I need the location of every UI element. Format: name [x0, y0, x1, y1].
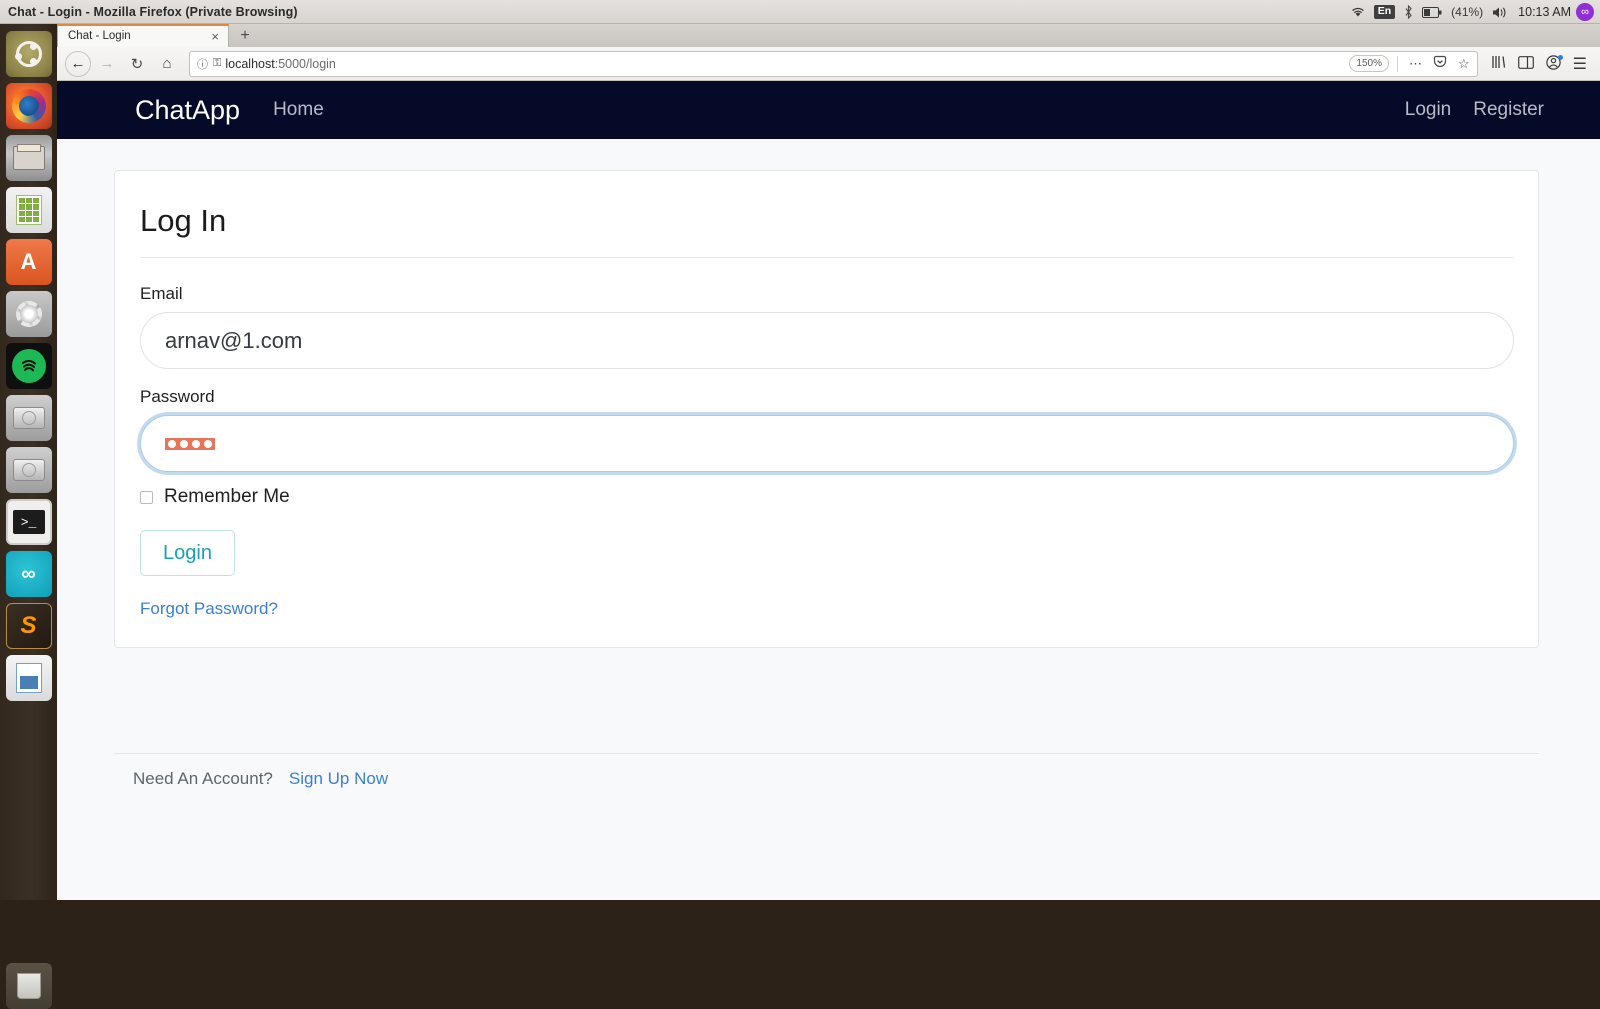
ubuntu-software-icon: A: [20, 249, 37, 274]
launcher-icon-ubuntu-software[interactable]: A: [5, 239, 52, 285]
launcher-icon-ubuntu-dash[interactable]: [5, 31, 52, 77]
email-label: Email: [140, 284, 183, 304]
site-brand[interactable]: ChatApp: [135, 95, 240, 126]
zoom-level-badge[interactable]: 150%: [1349, 55, 1389, 72]
home-icon[interactable]: ⌂: [153, 51, 181, 77]
web-page: ChatApp Home Login Register Log In Email…: [57, 81, 1600, 900]
email-input[interactable]: [140, 312, 1514, 370]
unity-launcher: A >_ ∞ S: [0, 24, 57, 1009]
wifi-icon[interactable]: [1351, 6, 1365, 18]
bookmark-star-icon[interactable]: ☆: [1455, 56, 1473, 72]
forgot-password-link[interactable]: Forgot Password?: [140, 599, 1514, 619]
sign-up-link[interactable]: Sign Up Now: [289, 769, 388, 789]
arduino-icon: ∞: [21, 562, 36, 585]
sublime-icon: S: [20, 612, 37, 639]
login-card: Log In Email Password Remember M: [114, 170, 1539, 649]
tab-title: Chat - Login: [68, 30, 131, 42]
site-navbar: ChatApp Home Login Register: [57, 81, 1600, 139]
email-field-group: Email: [140, 284, 1514, 370]
launcher-icon-spotify[interactable]: [5, 343, 52, 389]
new-tab-button[interactable]: +: [229, 24, 261, 47]
terminal-icon: >_: [12, 510, 45, 534]
launcher-icon-disk-1[interactable]: [5, 395, 52, 441]
library-icon[interactable]: [1486, 55, 1511, 72]
window-title: Chat - Login - Mozilla Firefox (Private …: [8, 4, 298, 19]
login-key-icon: ⚿: [213, 57, 221, 69]
password-input-wrapper: [140, 415, 1514, 473]
pocket-icon[interactable]: [1430, 55, 1450, 72]
navigation-toolbar: ← → ↻ ⌂ ⓘ ⚿ localhost:5000/login 150% ⋯ …: [57, 47, 1600, 81]
menu-icon[interactable]: ☰: [1568, 54, 1592, 74]
page-actions-icon[interactable]: ⋯: [1406, 56, 1425, 72]
remember-me-label[interactable]: Remember Me: [164, 486, 290, 508]
sidebar-icon[interactable]: [1513, 55, 1539, 72]
launcher-icon-terminal[interactable]: >_: [5, 499, 52, 545]
back-icon[interactable]: ←: [65, 50, 91, 77]
nav-link-register[interactable]: Register: [1473, 99, 1544, 121]
url-text: localhost:5000/login: [225, 57, 1344, 71]
volume-icon[interactable]: [1492, 6, 1509, 19]
signup-prompt: Need An Account? Sign Up Now: [133, 769, 388, 789]
forward-icon: →: [99, 55, 115, 72]
close-icon[interactable]: ×: [208, 30, 222, 43]
url-host: localhost: [225, 56, 275, 71]
launcher-icon-trash[interactable]: [5, 963, 52, 1009]
battery-level-label: (41%): [1451, 5, 1484, 19]
url-bar[interactable]: ⓘ ⚿ localhost:5000/login 150% ⋯ ☆: [189, 50, 1478, 77]
language-indicator[interactable]: En: [1373, 4, 1396, 20]
messenger-badge-icon[interactable]: ∞: [1576, 3, 1594, 21]
launcher-icon-system-settings[interactable]: [5, 291, 52, 337]
footer-divider: [114, 753, 1539, 754]
password-label: Password: [140, 387, 215, 407]
url-path: :5000/login: [274, 56, 336, 71]
disk-icon: [12, 459, 45, 481]
reload-icon[interactable]: ↻: [123, 51, 151, 77]
trash-icon: [16, 973, 41, 999]
remember-me-row: Remember Me: [140, 486, 1514, 508]
firefox-icon: [11, 89, 46, 123]
bluetooth-icon[interactable]: [1404, 5, 1413, 19]
divider: [1397, 55, 1398, 72]
spotify-icon: [11, 349, 46, 383]
nav-link-login[interactable]: Login: [1405, 99, 1452, 121]
tab-strip: Chat - Login × +: [57, 24, 1600, 47]
files-icon: [12, 144, 45, 170]
password-masked-value: [165, 437, 215, 450]
ubuntu-logo-icon: [14, 41, 42, 67]
page-title: Log In: [140, 203, 227, 238]
launcher-icon-firefox[interactable]: [5, 83, 52, 129]
password-field-group: Password: [140, 387, 1514, 473]
os-titlebar: Chat - Login - Mozilla Firefox (Private …: [0, 0, 1600, 24]
launcher-icon-sublime-text[interactable]: S: [5, 603, 52, 649]
disk-icon: [12, 407, 45, 429]
system-tray: En (41%) 10:13 AM: [1351, 0, 1594, 24]
launcher-icon-arduino[interactable]: ∞: [5, 551, 52, 597]
launcher-icon-files[interactable]: [5, 135, 52, 181]
need-account-text: Need An Account?: [133, 769, 273, 788]
password-input[interactable]: [140, 415, 1514, 473]
divider: [140, 257, 1514, 259]
impress-icon: [15, 663, 42, 693]
site-info-icon[interactable]: ⓘ: [197, 56, 208, 72]
launcher-icon-disk-2[interactable]: [5, 447, 52, 493]
settings-gear-icon: [15, 301, 42, 327]
browser-tab-active[interactable]: Chat - Login ×: [57, 24, 229, 47]
account-icon[interactable]: [1541, 54, 1566, 73]
launcher-icon-libreoffice-impress[interactable]: [5, 655, 52, 701]
clock[interactable]: 10:13 AM: [1518, 5, 1571, 19]
account-notification-dot: [1557, 54, 1563, 60]
navbar-right-group: Login Register: [1405, 99, 1544, 121]
firefox-window: Chat - Login × + ← → ↻ ⌂ ⓘ ⚿ localhost:5…: [57, 24, 1600, 900]
nav-link-home[interactable]: Home: [273, 99, 324, 121]
calc-icon: [15, 195, 42, 225]
login-submit-button[interactable]: Login: [140, 530, 235, 577]
remember-me-checkbox[interactable]: [140, 490, 153, 504]
launcher-icon-libreoffice-calc[interactable]: [5, 187, 52, 233]
battery-icon[interactable]: [1422, 6, 1442, 18]
